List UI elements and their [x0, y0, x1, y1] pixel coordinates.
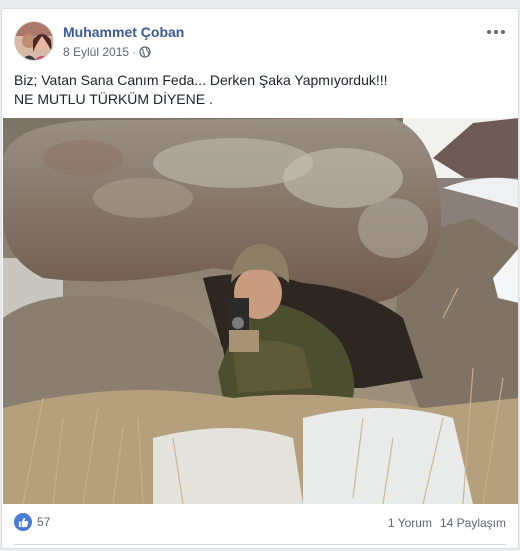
reaction-summary[interactable]: 57 [14, 513, 50, 531]
post-date-link[interactable]: 8 Eylül 2015 [63, 45, 129, 59]
post-header: Muhammet Çoban 8 Eylül 2015 · [14, 21, 508, 65]
avatar-image [15, 22, 53, 60]
shares-count-link[interactable]: 14 Paylaşım [440, 516, 506, 530]
post-text-line-1: Biz; Vatan Sana Canım Feda... Derken Şak… [14, 72, 388, 88]
post-text: Biz; Vatan Sana Canım Feda... Derken Şak… [14, 71, 506, 109]
avatar[interactable] [14, 21, 54, 61]
engagement-stats: 1 Yorum 14 Paylaşım [388, 516, 506, 530]
soldier-photo-image [3, 118, 518, 504]
post-text-line-2: NE MUTLU TÜRKÜM DİYENE . [14, 91, 213, 107]
comments-count-link[interactable]: 1 Yorum [388, 516, 432, 530]
post-photo[interactable] [3, 118, 518, 504]
post-footer: 57 1 Yorum 14 Paylaşım [2, 505, 518, 548]
globe-icon[interactable] [139, 46, 151, 58]
meta-separator: · [132, 45, 137, 59]
facebook-post-card: Muhammet Çoban 8 Eylül 2015 · Biz; Vatan… [1, 8, 519, 549]
author-name-link[interactable]: Muhammet Çoban [63, 24, 184, 40]
like-count: 57 [37, 515, 51, 529]
footer-divider [14, 544, 506, 545]
like-reaction-icon [14, 513, 32, 531]
post-meta: 8 Eylül 2015 · [63, 45, 151, 59]
more-options-icon[interactable] [486, 25, 508, 39]
